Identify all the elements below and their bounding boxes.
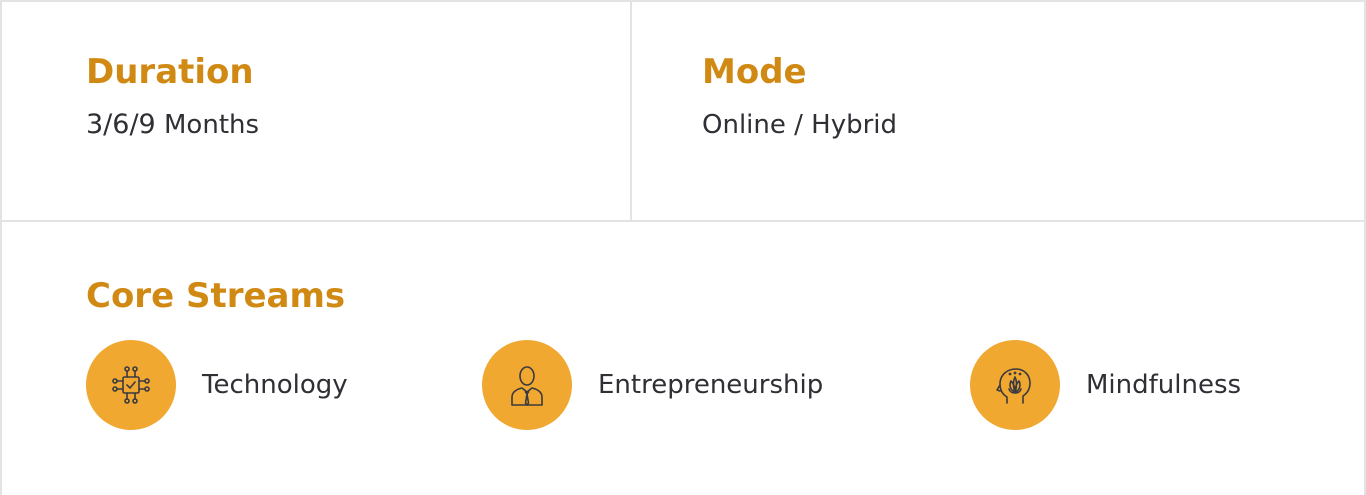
duration-value: 3/6/9 Months (86, 108, 630, 142)
program-info-card: Duration 3/6/9 Months Mode Online / Hybr… (0, 0, 1366, 495)
stream-label-mindfulness: Mindfulness (1086, 370, 1242, 400)
mode-cell: Mode Online / Hybrid (632, 2, 1366, 220)
mode-heading: Mode (702, 52, 807, 92)
duration-unit: Months (164, 110, 260, 140)
stream-label-technology: Technology (202, 370, 348, 400)
stream-mindfulness: Mindfulness (970, 340, 1241, 430)
stream-entrepreneurship: Entrepreneurship (482, 340, 970, 430)
core-streams-heading: Core Streams (86, 276, 346, 316)
circuit-chip-icon (86, 340, 176, 430)
businessman-icon (482, 340, 572, 430)
stream-label-entrepreneurship: Entrepreneurship (598, 370, 824, 400)
mind-lotus-icon (970, 340, 1060, 430)
stream-technology: Technology (86, 340, 482, 430)
mode-value: Online / Hybrid (702, 110, 898, 140)
streams-list: Technology Entrepreneurship Mindfulness (86, 340, 1364, 430)
duration-number: 3/6/9 (86, 109, 156, 140)
core-streams-section: Core Streams Technology Entrepreneurship… (2, 222, 1366, 495)
info-top-row: Duration 3/6/9 Months Mode Online / Hybr… (2, 2, 1366, 222)
duration-cell: Duration 3/6/9 Months (2, 2, 632, 220)
duration-heading: Duration (86, 52, 254, 92)
